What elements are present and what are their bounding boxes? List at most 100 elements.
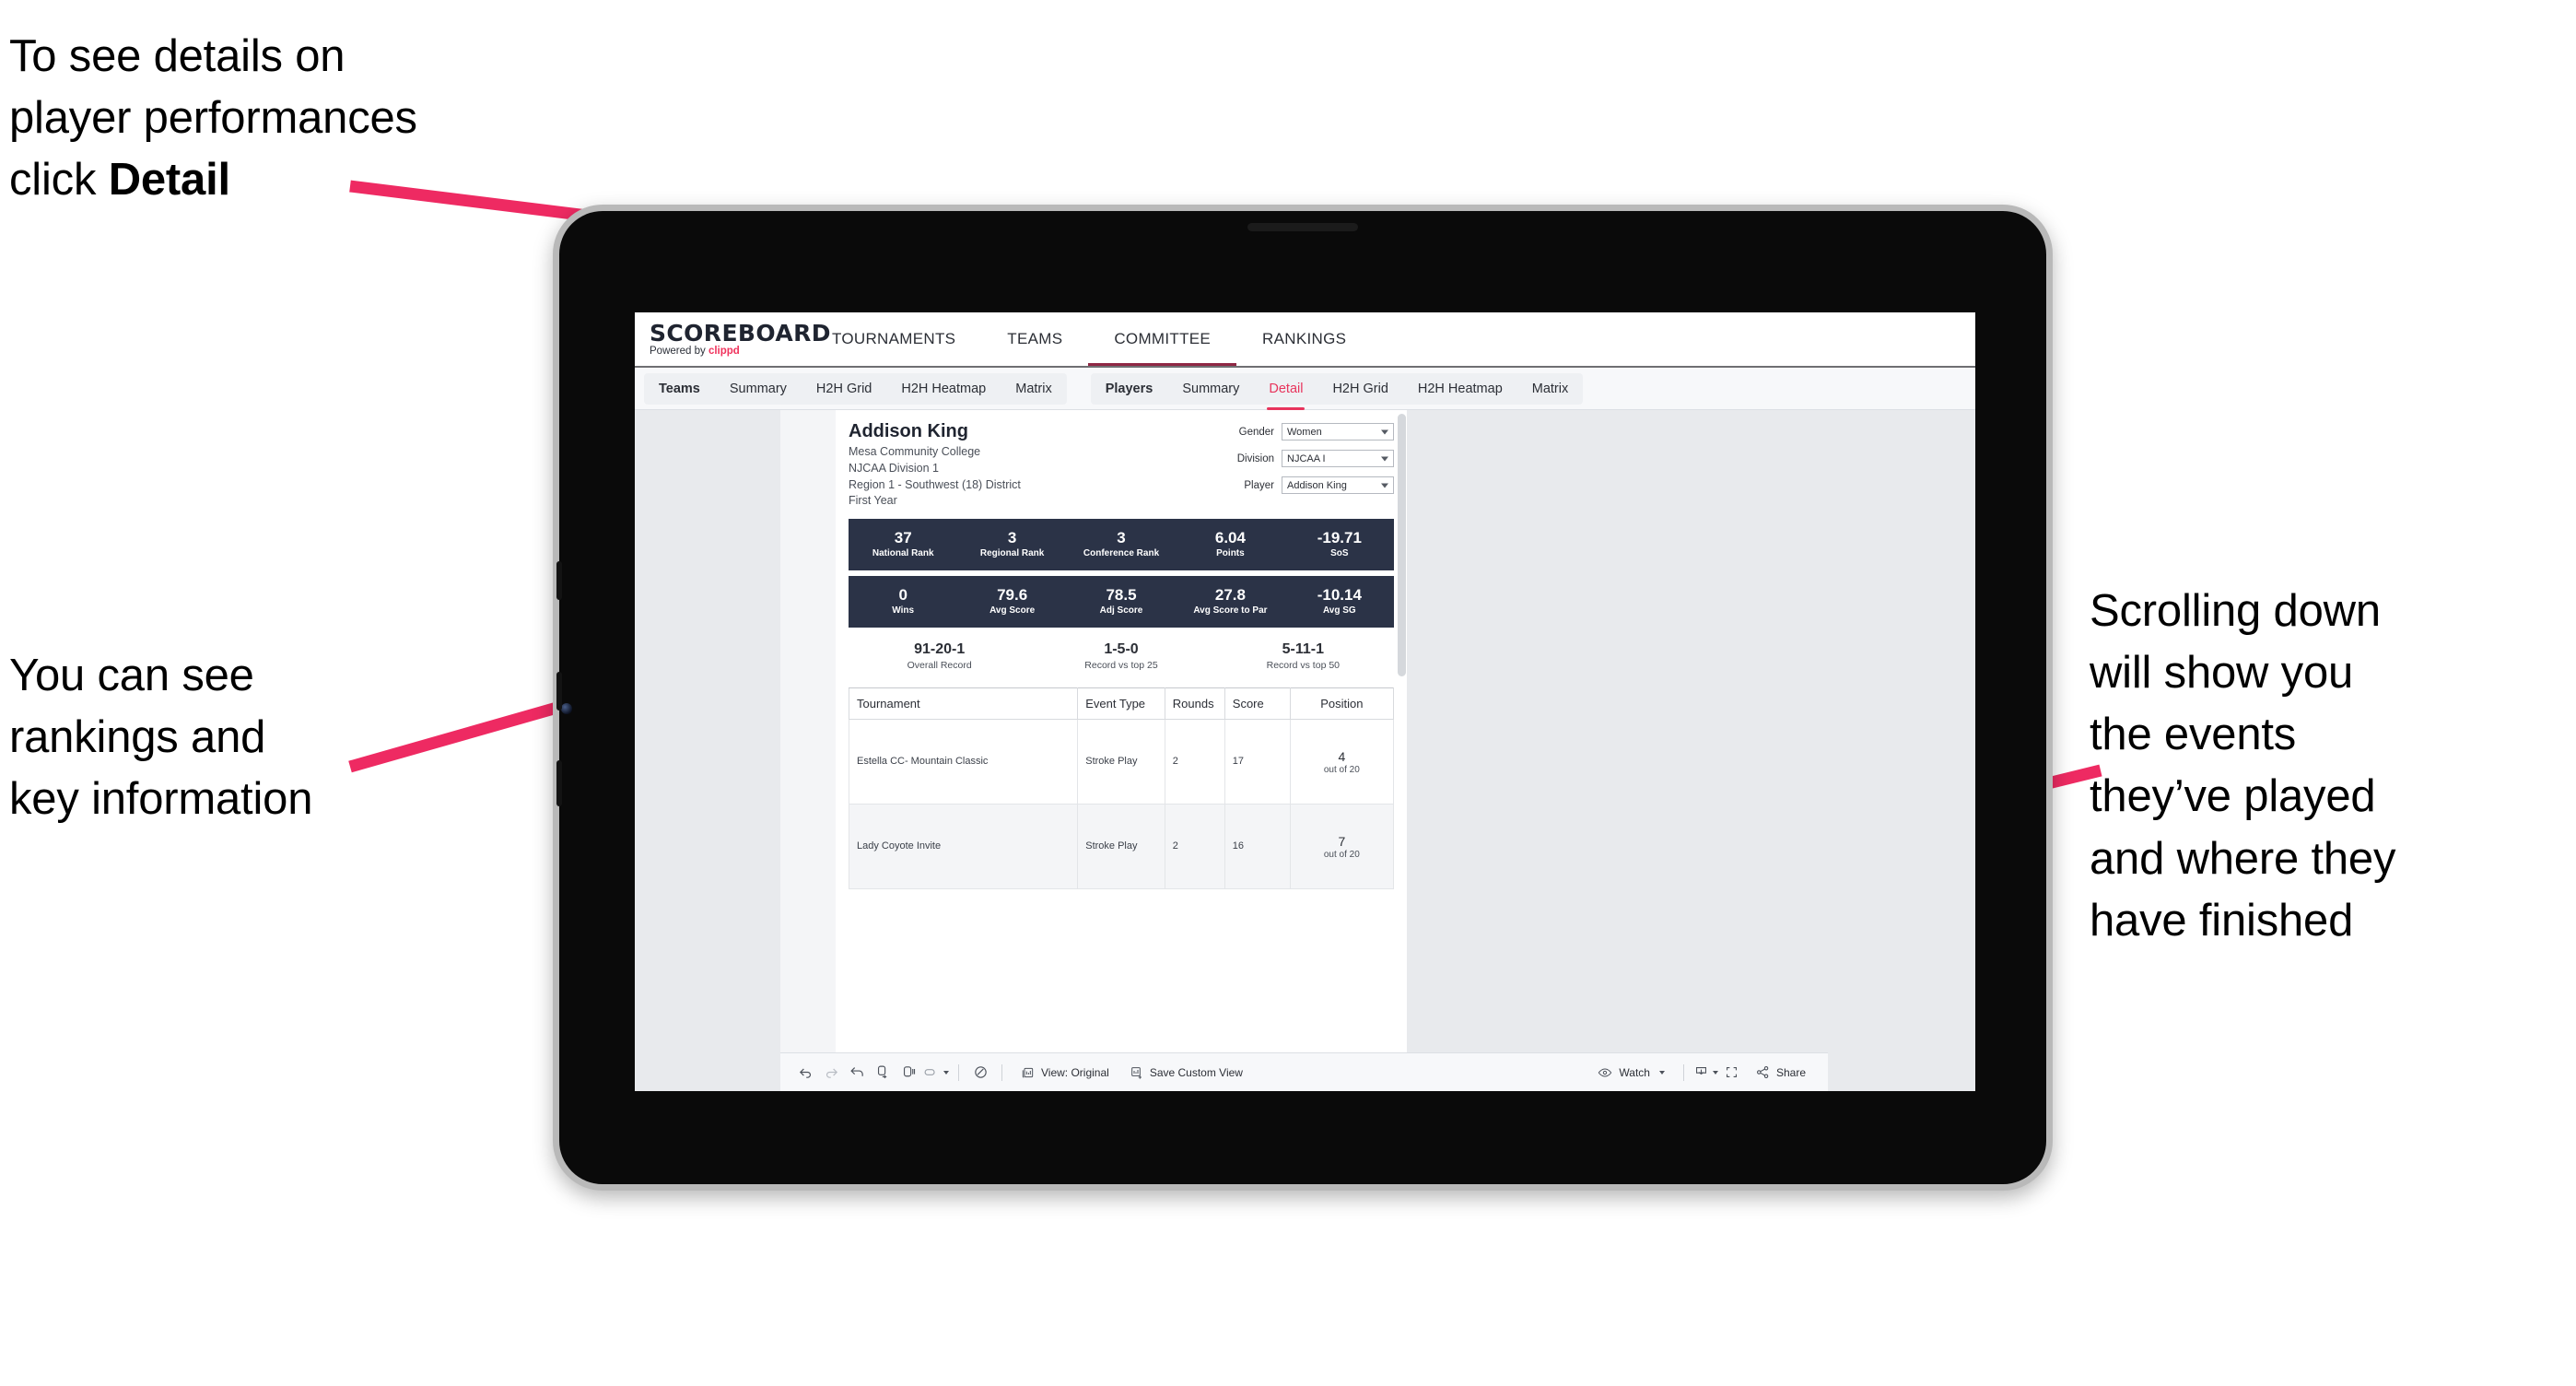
record-top25-label: Record vs top 25 xyxy=(1084,660,1158,671)
vertical-scrollbar[interactable] xyxy=(1398,414,1406,676)
view-original-button[interactable]: View: Original xyxy=(1012,1061,1118,1085)
subtab-teams-matrix[interactable]: Matrix xyxy=(1001,373,1066,405)
annotation-scroll-note: Scrolling down will show you the events … xyxy=(2090,586,2396,946)
subtab-players-matrix[interactable]: Matrix xyxy=(1517,373,1583,405)
kpi-bar-scoring: 0 Wins 79.6 Avg Score 78.5 Adj Score 27.… xyxy=(849,576,1394,628)
subtab-players-matrix-label: Matrix xyxy=(1531,381,1569,396)
kpi-regional-rank-label: Regional Rank xyxy=(979,548,1045,559)
pause-icon[interactable] xyxy=(896,1061,920,1085)
refresh-icon[interactable] xyxy=(871,1061,895,1085)
kpi-national-rank-value: 37 xyxy=(894,528,912,546)
kpi-adj-score: 78.5 Adj Score xyxy=(1067,586,1176,617)
toolbar-divider xyxy=(1001,1063,1002,1081)
kpi-avg-score-to-par-value: 27.8 xyxy=(1214,585,1246,604)
player-division: NJCAA Division 1 xyxy=(849,461,939,475)
col-rounds[interactable]: Rounds xyxy=(1164,687,1225,720)
nav-rankings-label: RANKINGS xyxy=(1262,330,1347,347)
filter-division-select[interactable]: NJCAA I xyxy=(1282,450,1394,467)
kpi-conference-rank: 3 Conference Rank xyxy=(1067,529,1176,560)
record-top25-value: 1-5-0 xyxy=(1104,641,1139,657)
tablet-side-button-mid xyxy=(556,672,562,711)
table-row[interactable]: Estella CC- Mountain Classic Stroke Play… xyxy=(848,719,1395,805)
col-position[interactable]: Position xyxy=(1289,687,1395,720)
undo-icon[interactable] xyxy=(793,1061,817,1085)
subtab-players-summary[interactable]: Summary xyxy=(1167,373,1254,405)
cell-rounds: 2 xyxy=(1164,804,1225,889)
kpi-regional-rank-value: 3 xyxy=(1007,528,1017,546)
kpi-wins-value: 0 xyxy=(898,585,907,604)
player-region: Region 1 - Southwest (18) District xyxy=(849,477,1021,491)
dashboard-canvas: Addison King Mesa Community College NJCA… xyxy=(635,410,1975,1091)
cell-score: 17 xyxy=(1224,719,1291,805)
filter-player-select[interactable]: Addison King xyxy=(1282,476,1394,494)
chevron-down-icon xyxy=(1712,1070,1718,1075)
revert-icon[interactable] xyxy=(845,1061,869,1085)
logo-tagline-clippd: clippd xyxy=(708,345,740,357)
app-header: SCOREBOARD Powered by clippd TOURNAMENTS… xyxy=(635,312,1975,368)
toolbar-divider xyxy=(1682,1063,1684,1081)
kpi-wins: 0 Wins xyxy=(849,586,957,617)
subtab-players-label: Players xyxy=(1105,381,1153,396)
nav-tournaments[interactable]: TOURNAMENTS xyxy=(806,312,981,366)
record-overall: 91-20-1 Overall Record xyxy=(849,640,1030,673)
highlight-icon[interactable] xyxy=(968,1061,992,1085)
col-tournament[interactable]: Tournament xyxy=(848,687,1079,720)
kpi-conference-rank-value: 3 xyxy=(1117,528,1126,546)
watch-button[interactable]: Watch xyxy=(1587,1061,1674,1085)
subtab-players-h2h-heatmap[interactable]: H2H Heatmap xyxy=(1403,373,1517,405)
cell-score: 16 xyxy=(1224,804,1291,889)
kpi-regional-rank: 3 Regional Rank xyxy=(957,529,1066,560)
subtab-teams-h2h-heatmap-label: H2H Heatmap xyxy=(901,381,987,396)
save-custom-view-button[interactable]: Save Custom View xyxy=(1120,1061,1252,1085)
filter-gender-select[interactable]: Women xyxy=(1282,423,1394,440)
save-custom-view-label: Save Custom View xyxy=(1149,1065,1243,1079)
cell-position: 7 out of 20 xyxy=(1289,804,1395,889)
cell-rounds: 2 xyxy=(1164,719,1225,805)
subtab-players-detail[interactable]: Detail xyxy=(1254,373,1317,410)
share-button[interactable]: Share xyxy=(1746,1061,1815,1085)
toolbar-divider xyxy=(958,1063,959,1081)
scoreboard-logo[interactable]: SCOREBOARD Powered by clippd xyxy=(635,319,831,358)
subtab-players-detail-label: Detail xyxy=(1269,381,1304,396)
fullscreen-icon[interactable] xyxy=(1720,1061,1744,1085)
subtab-teams-h2h-heatmap[interactable]: H2H Heatmap xyxy=(886,373,1001,405)
col-event-type[interactable]: Event Type xyxy=(1077,687,1165,720)
pan-icon[interactable] xyxy=(922,1061,949,1085)
chevron-down-icon xyxy=(943,1070,949,1075)
logo-wordmark: SCOREBOARD xyxy=(650,319,831,346)
subtab-teams-summary[interactable]: Summary xyxy=(715,373,802,405)
subtab-players-h2h-grid[interactable]: H2H Grid xyxy=(1317,373,1402,405)
table-header-row: Tournament Event Type Rounds Score Posit… xyxy=(848,687,1395,720)
subtab-players-h2h-heatmap-label: H2H Heatmap xyxy=(1417,381,1503,396)
redo-icon[interactable] xyxy=(819,1061,843,1085)
col-score[interactable]: Score xyxy=(1224,687,1291,720)
subtab-teams[interactable]: Teams xyxy=(644,373,715,405)
subtab-teams-h2h-grid[interactable]: H2H Grid xyxy=(802,373,886,405)
cell-event-type: Stroke Play xyxy=(1077,719,1165,805)
tablet-side-button-bottom xyxy=(556,760,562,806)
cell-event-type: Stroke Play xyxy=(1077,804,1165,889)
filter-player: Player Addison King xyxy=(1237,476,1394,494)
kpi-sos: -19.71 SoS xyxy=(1285,529,1394,560)
subtab-teams-h2h-grid-label: H2H Grid xyxy=(815,381,872,396)
nav-committee[interactable]: COMMITTEE xyxy=(1088,312,1236,366)
tablet-screen: SCOREBOARD Powered by clippd TOURNAMENTS… xyxy=(635,312,1975,1091)
kpi-avg-score-value: 79.6 xyxy=(997,585,1028,604)
cell-position-rank: 4 xyxy=(1338,748,1346,764)
nav-rankings[interactable]: RANKINGS xyxy=(1236,312,1372,366)
nav-committee-label: COMMITTEE xyxy=(1114,330,1212,347)
record-top50-label: Record vs top 50 xyxy=(1266,660,1341,671)
filter-division-label: Division xyxy=(1236,452,1274,464)
nav-teams[interactable]: TEAMS xyxy=(981,312,1088,366)
filter-division: Division NJCAA I xyxy=(1237,450,1394,467)
viz-toolbar: View: Original Save Custom View Watch Sh… xyxy=(780,1052,1828,1091)
download-icon[interactable] xyxy=(1693,1061,1718,1085)
subnav-group-players: Players Summary Detail H2H Grid H2H Heat… xyxy=(1090,372,1584,410)
filter-gender-value: Women xyxy=(1287,426,1322,438)
table-row[interactable]: Lady Coyote Invite Stroke Play 2 16 7 ou… xyxy=(848,804,1395,889)
primary-nav: TOURNAMENTS TEAMS COMMITTEE RANKINGS xyxy=(806,312,1372,366)
subtab-teams-summary-label: Summary xyxy=(729,381,787,396)
kpi-sos-value: -19.71 xyxy=(1317,528,1362,546)
subtab-players[interactable]: Players xyxy=(1091,373,1168,405)
player-identity: Addison King Mesa Community College NJCA… xyxy=(849,421,1021,510)
